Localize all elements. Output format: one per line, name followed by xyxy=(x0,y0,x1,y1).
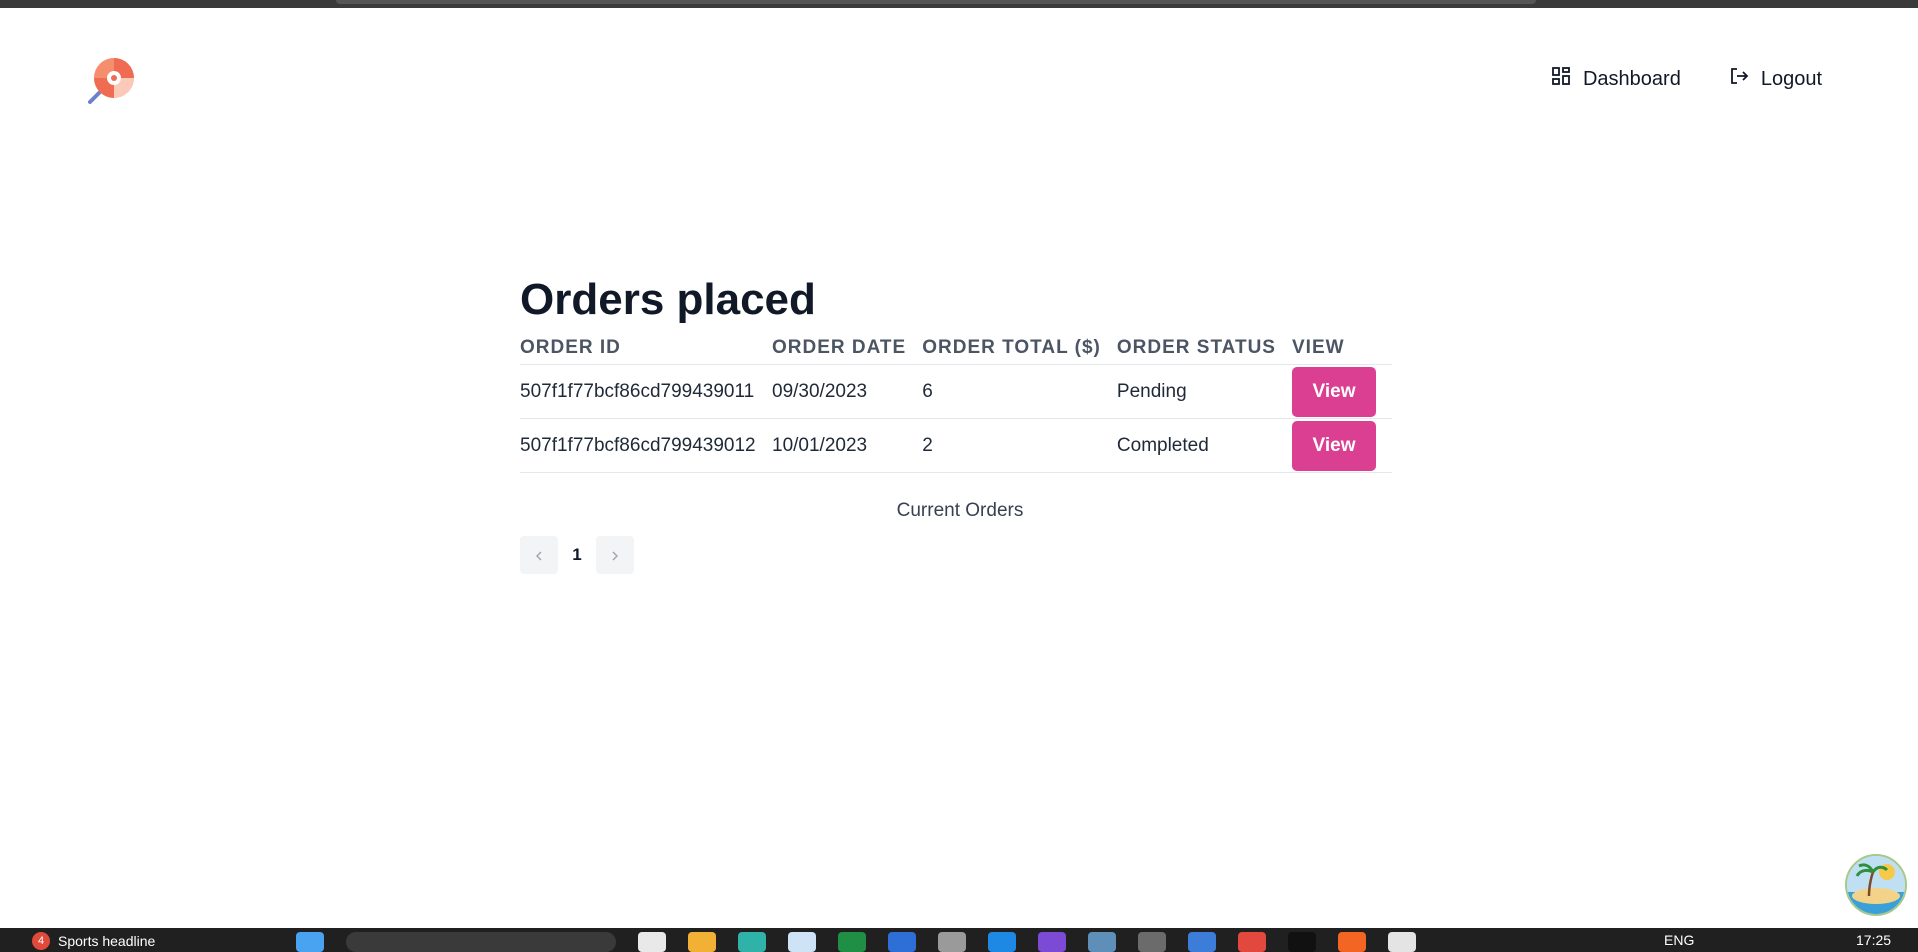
nav-logout-label: Logout xyxy=(1760,67,1822,90)
browser-top-strip xyxy=(0,0,1918,8)
media-app-icon[interactable] xyxy=(1288,932,1316,952)
cell-order-status: Completed xyxy=(1116,418,1292,473)
table-row: 507f1f77bcf86cd799439011 09/30/2023 6 Pe… xyxy=(520,364,1392,419)
notepad-icon[interactable] xyxy=(938,932,966,952)
view-order-button[interactable]: View xyxy=(1292,366,1376,417)
cell-order-status: Pending xyxy=(1116,364,1292,419)
file-explorer-icon[interactable] xyxy=(688,932,716,952)
nav-dashboard[interactable]: Dashboard xyxy=(1551,66,1681,92)
nav-logout[interactable]: Logout xyxy=(1729,66,1822,92)
calendar-app-icon[interactable] xyxy=(1388,932,1416,952)
xbox-icon[interactable] xyxy=(838,932,866,952)
app-icon[interactable] xyxy=(988,932,1016,952)
browser-tab-bar xyxy=(336,0,1536,4)
cell-order-total: 2 xyxy=(922,418,1117,473)
pagination-next-button[interactable] xyxy=(596,536,634,574)
postman-icon[interactable] xyxy=(1338,932,1366,952)
taskbar-search-input[interactable] xyxy=(346,932,616,952)
chat-app-icon[interactable] xyxy=(1038,932,1066,952)
header-nav: Dashboard Logout xyxy=(1551,66,1822,92)
windows-start-icon[interactable] xyxy=(296,932,324,952)
language-indicator[interactable]: ENG xyxy=(1664,932,1694,948)
table-header-row: ORDER ID ORDER DATE ORDER TOTAL ($) ORDE… xyxy=(520,332,1392,365)
pagination-page-number[interactable]: 1 xyxy=(564,536,590,574)
taskbar: 4 Sports headline ENG 17:25 xyxy=(0,928,1918,952)
chevron-left-icon xyxy=(534,545,544,566)
terminal-icon[interactable] xyxy=(1138,932,1166,952)
taskbar-apps xyxy=(296,932,1416,952)
news-badge: 4 xyxy=(32,932,50,950)
task-view-icon[interactable] xyxy=(638,932,666,952)
cell-view: View xyxy=(1292,418,1392,473)
outlook-icon[interactable] xyxy=(888,932,916,952)
column-header-order-date: ORDER DATE xyxy=(772,337,907,358)
column-header-order-id: ORDER ID xyxy=(520,337,621,358)
column-header-view: VIEW xyxy=(1292,337,1345,358)
cell-order-date: 10/01/2023 xyxy=(772,418,923,473)
logout-icon xyxy=(1729,66,1749,92)
cell-view: View xyxy=(1292,364,1392,419)
chevron-right-icon xyxy=(610,545,620,566)
pagination: 1 xyxy=(520,536,1392,574)
column-header-order-status: ORDER STATUS xyxy=(1116,337,1276,358)
view-order-button[interactable]: View xyxy=(1292,420,1376,471)
orders-section: Orders placed ORDER ID ORDER DATE ORDER … xyxy=(520,272,1392,574)
taskbar-news-widget[interactable]: 4 Sports headline xyxy=(32,932,155,950)
pagination-prev-button[interactable] xyxy=(520,536,558,574)
clock[interactable]: 17:25 xyxy=(1856,932,1891,948)
calendar-icon[interactable] xyxy=(1188,932,1216,952)
cell-order-date: 09/30/2023 xyxy=(772,364,923,419)
cell-order-id: 507f1f77bcf86cd799439011 xyxy=(520,364,772,419)
edge-browser-icon[interactable] xyxy=(738,932,766,952)
news-text: Sports headline xyxy=(58,933,156,949)
page-title: Orders placed xyxy=(520,275,816,324)
nav-dashboard-label: Dashboard xyxy=(1582,67,1681,90)
column-header-order-total: ORDER TOTAL ($) xyxy=(922,337,1101,358)
cell-order-total: 6 xyxy=(922,364,1117,419)
grid-icon xyxy=(1551,66,1571,92)
store-icon[interactable] xyxy=(788,932,816,952)
beach-avatar-icon[interactable] xyxy=(1845,854,1907,916)
cell-order-id: 507f1f77bcf86cd799439012 xyxy=(520,418,772,473)
orders-table: ORDER ID ORDER DATE ORDER TOTAL ($) ORDE… xyxy=(520,332,1392,473)
lollipop-icon[interactable] xyxy=(86,54,138,106)
brave-browser-icon[interactable] xyxy=(1238,932,1266,952)
table-caption: Current Orders xyxy=(896,500,1024,521)
table-row: 507f1f77bcf86cd799439012 10/01/2023 2 Co… xyxy=(520,418,1392,473)
calculator-icon[interactable] xyxy=(1088,932,1116,952)
